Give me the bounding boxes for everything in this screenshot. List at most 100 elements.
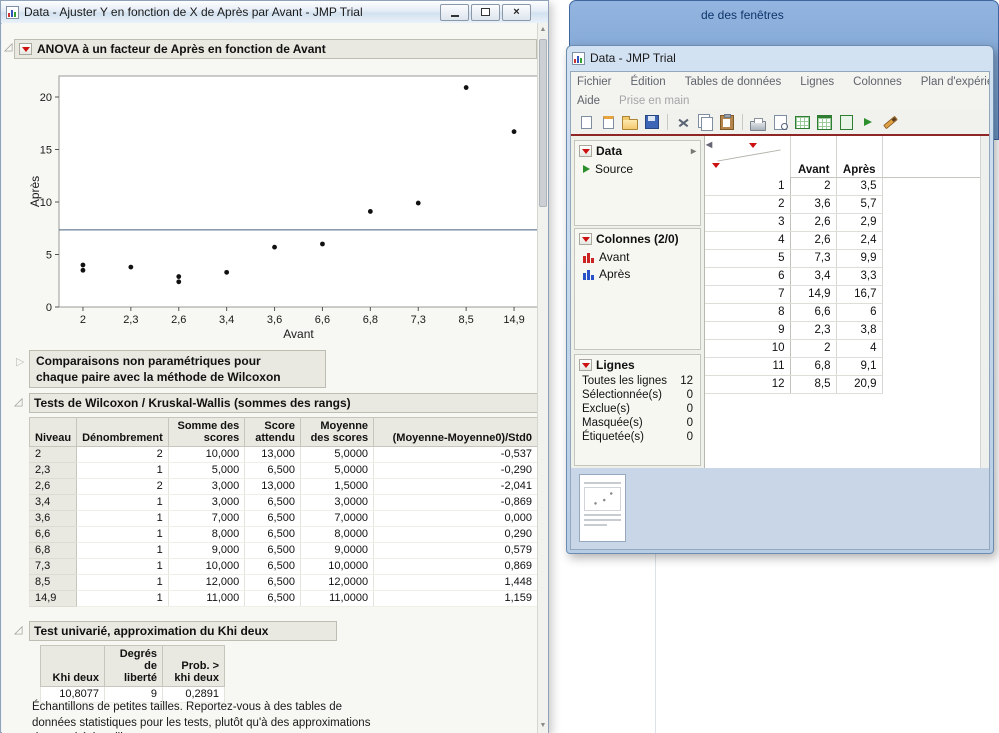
cell-avant[interactable]: 3,6 xyxy=(790,196,836,214)
red-triangle-menu-icon[interactable] xyxy=(579,233,592,245)
cell-apres[interactable]: 4 xyxy=(836,340,882,358)
row-number[interactable]: 3 xyxy=(705,214,790,232)
row-number[interactable]: 7 xyxy=(705,286,790,304)
cell-avant[interactable]: 2 xyxy=(790,340,836,358)
menu-prise-en-main[interactable]: Prise en main xyxy=(619,95,689,107)
cell-avant[interactable]: 8,5 xyxy=(790,376,836,394)
cell-apres[interactable]: 20,9 xyxy=(836,376,882,394)
excel-import-icon[interactable] xyxy=(836,113,856,132)
cell-avant[interactable]: 2,3 xyxy=(790,322,836,340)
grid-vertical-scrollbar[interactable] xyxy=(980,136,989,468)
new-data-table-icon[interactable] xyxy=(576,113,596,132)
red-triangle-menu-icon[interactable] xyxy=(579,145,592,157)
columns-panel-header[interactable]: Colonnes (2/0) xyxy=(575,229,700,248)
data-point[interactable] xyxy=(81,263,86,268)
cell-avant[interactable]: 3,4 xyxy=(790,268,836,286)
new-journal-icon[interactable] xyxy=(598,113,618,132)
row-number[interactable]: 6 xyxy=(705,268,790,286)
collapsed-disclosure-icon[interactable]: ▷ xyxy=(16,355,24,368)
row-number[interactable]: 11 xyxy=(705,358,790,376)
maximize-button[interactable] xyxy=(471,4,500,21)
data-point[interactable] xyxy=(81,268,86,273)
menu-aide[interactable]: Aide xyxy=(577,95,600,107)
scroll-up-icon[interactable]: ▲ xyxy=(538,24,548,36)
cell-avant[interactable]: 2,6 xyxy=(790,214,836,232)
chi2-disclosure-icon[interactable]: ◿ xyxy=(14,623,22,636)
report-thumbnail[interactable] xyxy=(579,474,626,542)
data-point[interactable] xyxy=(176,279,181,284)
cell-avant[interactable]: 2 xyxy=(790,178,836,196)
data-point[interactable] xyxy=(512,129,517,134)
menu-plan-experience[interactable]: Plan d'expérience xyxy=(921,76,990,88)
report-window-titlebar[interactable]: Data - Ajuster Y en fonction de X de Apr… xyxy=(1,1,548,24)
data-point[interactable] xyxy=(224,270,229,275)
rows-menu-icon[interactable] xyxy=(712,163,720,168)
cell-avant[interactable]: 6,6 xyxy=(790,304,836,322)
data-panel-header[interactable]: Data ▸ xyxy=(575,141,700,160)
red-triangle-menu-icon[interactable] xyxy=(579,359,592,371)
data-point[interactable] xyxy=(416,201,421,206)
red-triangle-menu-icon[interactable] xyxy=(19,43,32,55)
row-number[interactable]: 10 xyxy=(705,340,790,358)
cell-avant[interactable]: 6,8 xyxy=(790,358,836,376)
cell-avant[interactable]: 2,6 xyxy=(790,232,836,250)
close-button[interactable]: × xyxy=(502,4,531,21)
cell-avant[interactable]: 14,9 xyxy=(790,286,836,304)
data-window-titlebar[interactable]: Data - JMP Trial xyxy=(567,46,993,70)
rows-panel-header[interactable]: Lignes xyxy=(575,355,700,374)
data-point[interactable] xyxy=(368,209,373,214)
nonparametric-section-header[interactable]: Comparaisons non paramétriques pour chaq… xyxy=(29,350,326,388)
cell-apres[interactable]: 2,9 xyxy=(836,214,882,232)
rows-stat-excluded[interactable]: Exclue(s) 0 xyxy=(575,402,700,416)
cell-apres[interactable]: 9,1 xyxy=(836,358,882,376)
chi2-section-header[interactable]: Test univarié, approximation du Khi deux xyxy=(29,621,337,641)
report-disclosure-icon[interactable]: ◿ xyxy=(4,40,12,53)
wilcoxon-disclosure-icon[interactable]: ◿ xyxy=(14,395,22,408)
cell-apres[interactable]: 2,4 xyxy=(836,232,882,250)
menu-fichier[interactable]: Fichier xyxy=(577,76,612,88)
oneway-anova-header[interactable]: ANOVA à un facteur de Après en fonction … xyxy=(14,39,537,59)
data-point[interactable] xyxy=(320,242,325,247)
cell-apres[interactable]: 3,3 xyxy=(836,268,882,286)
cell-avant[interactable]: 7,3 xyxy=(790,250,836,268)
columns-menu-icon[interactable] xyxy=(749,143,757,148)
cell-apres[interactable]: 16,7 xyxy=(836,286,882,304)
open-icon[interactable] xyxy=(620,113,640,132)
menu-lignes[interactable]: Lignes xyxy=(800,76,834,88)
fit-y-by-x-report-window[interactable]: Data - Ajuster Y en fonction de X de Apr… xyxy=(0,0,549,733)
copy-icon[interactable] xyxy=(695,113,715,132)
row-number[interactable]: 1 xyxy=(705,178,790,196)
run-source-icon[interactable] xyxy=(583,165,590,173)
cell-apres[interactable]: 9,9 xyxy=(836,250,882,268)
print-icon[interactable] xyxy=(748,113,768,132)
column-item-avant[interactable]: Avant xyxy=(575,248,700,265)
data-grid[interactable]: ◀ Avant Après 123,5 23,65,7 32,62,9 xyxy=(704,136,980,468)
scroll-thumb[interactable] xyxy=(539,39,547,207)
menu-tables[interactable]: Tables de données xyxy=(685,76,782,88)
rows-stat-all[interactable]: Toutes les lignes 12 xyxy=(575,374,700,388)
row-number[interactable]: 8 xyxy=(705,304,790,322)
panel-collapse-icon[interactable]: ▸ xyxy=(691,146,696,157)
panel-splitter-icon[interactable]: ◀ xyxy=(706,140,712,149)
row-number[interactable]: 12 xyxy=(705,376,790,394)
cell-apres[interactable]: 5,7 xyxy=(836,196,882,214)
source-script-item[interactable]: Source xyxy=(575,160,700,177)
rows-stat-hidden[interactable]: Masquée(s) 0 xyxy=(575,416,700,430)
data-point[interactable] xyxy=(464,85,469,90)
save-icon[interactable] xyxy=(642,113,662,132)
data-point[interactable] xyxy=(272,245,277,250)
cell-apres[interactable]: 3,8 xyxy=(836,322,882,340)
data-point[interactable] xyxy=(176,274,181,279)
menu-colonnes[interactable]: Colonnes xyxy=(853,76,902,88)
row-number[interactable]: 2 xyxy=(705,196,790,214)
paste-icon[interactable] xyxy=(717,113,737,132)
rows-stat-labelled[interactable]: Étiquetée(s) 0 xyxy=(575,430,700,444)
menu-edition[interactable]: Édition xyxy=(631,76,666,88)
cell-apres[interactable]: 3,5 xyxy=(836,178,882,196)
tabulate-icon[interactable] xyxy=(814,113,834,132)
row-number[interactable]: 5 xyxy=(705,250,790,268)
scroll-down-icon[interactable]: ▼ xyxy=(538,720,548,732)
column-item-apres[interactable]: Après xyxy=(575,265,700,282)
row-number[interactable]: 9 xyxy=(705,322,790,340)
wilcoxon-section-header[interactable]: Tests de Wilcoxon / Kruskal-Wallis (somm… xyxy=(29,393,538,413)
